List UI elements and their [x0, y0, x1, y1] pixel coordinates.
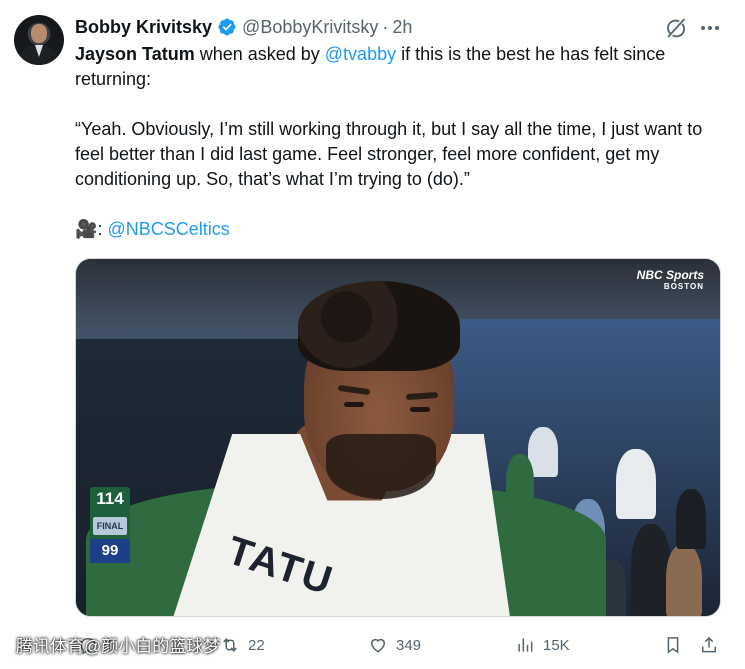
tweet-credit-line: 🎥: @NBCSCeltics — [75, 217, 725, 242]
score-home: 114 — [96, 489, 124, 508]
crowd-person — [616, 449, 656, 519]
more-horizontal-icon[interactable] — [698, 16, 722, 40]
crowd-person — [666, 544, 702, 616]
header-separator: · — [382, 16, 389, 37]
credit-separator: : — [97, 219, 108, 239]
watermark-overlay: 腾讯体育@颜小白的篮球梦 — [16, 637, 221, 656]
tweet-video[interactable]: TATU OLTI 114 FINAL 99 NBC Sports BOSTON — [75, 258, 721, 617]
like-count: 349 — [396, 636, 422, 654]
views-count: 15K — [543, 636, 570, 654]
broadcaster-sub: BOSTON — [663, 282, 704, 291]
broadcaster-name: NBC Sports — [636, 268, 704, 282]
views-bar-chart-icon — [518, 638, 533, 652]
bookmark-icon — [667, 637, 679, 654]
retweet-button[interactable]: 22 — [220, 630, 265, 660]
tweet-text: Jayson Tatum when asked by @tvabby if th… — [75, 42, 725, 242]
jersey-print: OLTI — [358, 581, 445, 617]
camera-emoji-icon: 🎥 — [75, 219, 98, 239]
mention-link-nbcsceltics[interactable]: @NBCSCeltics — [107, 219, 229, 239]
score-status: FINAL — [93, 517, 127, 535]
broadcaster-logo: NBC Sports BOSTON — [637, 269, 704, 293]
retweet-count: 22 — [248, 636, 265, 654]
verified-badge-icon[interactable] — [217, 17, 237, 37]
intro-text-a: when asked by — [194, 44, 325, 64]
author-handle[interactable]: @BobbyKrivitsky — [242, 17, 378, 38]
share-icon — [702, 636, 716, 653]
avatar-face — [31, 24, 47, 43]
player-beard — [326, 434, 436, 499]
author-name[interactable]: Bobby Krivitsky — [75, 17, 212, 38]
player-eye-right — [410, 407, 430, 412]
crowd-person — [631, 524, 671, 616]
retweet-icon — [223, 638, 237, 652]
mentioned-player-name: Jayson Tatum — [75, 44, 195, 64]
crowd-person — [676, 489, 706, 549]
bookmark-button[interactable] — [663, 630, 691, 660]
share-button[interactable] — [699, 630, 727, 660]
score-away: 99 — [90, 539, 130, 563]
heart-icon — [370, 638, 386, 653]
tweet-timestamp[interactable]: 2h — [392, 17, 412, 38]
player-eye-left — [344, 402, 364, 407]
player-hair — [298, 281, 460, 371]
scoreboard: 114 FINAL 99 — [90, 487, 130, 563]
tweet-quote: “Yeah. Obviously, I’m still working thro… — [75, 119, 703, 189]
tweet-intro-line: Jayson Tatum when asked by @tvabby if th… — [75, 42, 725, 92]
author-avatar[interactable] — [14, 15, 64, 65]
mention-link-tvabby[interactable]: @tvabby — [325, 44, 396, 64]
grok-icon[interactable] — [664, 16, 688, 40]
like-button[interactable]: 349 — [368, 630, 421, 660]
tweet-header: Bobby Krivitsky @BobbyKrivitsky · 2h — [75, 15, 412, 39]
views-button[interactable]: 15K — [515, 630, 570, 660]
